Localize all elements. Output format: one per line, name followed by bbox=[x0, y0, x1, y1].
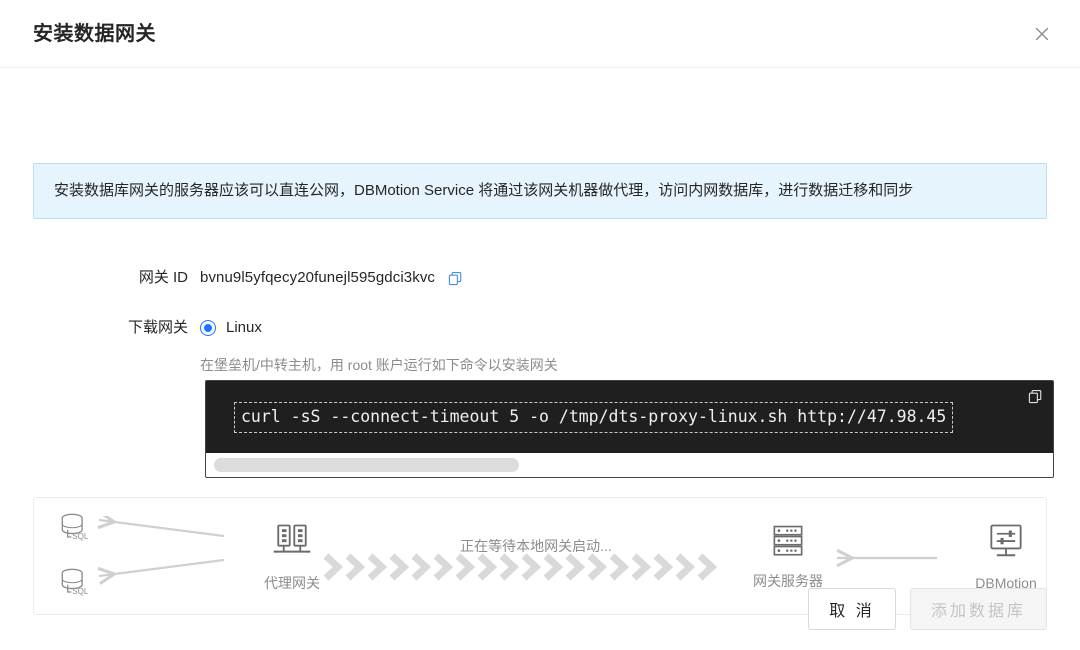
copy-icon[interactable] bbox=[448, 271, 463, 286]
gateway-id-label: 网关 ID bbox=[138, 269, 188, 286]
radio-option-label: Linux bbox=[226, 319, 262, 336]
dialog-footer: 取 消 添加数据库 bbox=[0, 568, 1080, 650]
install-hint-text: 在堡垒机/中转主机，用 root 账户运行如下命令以安装网关 bbox=[200, 357, 558, 373]
install-data-gateway-dialog: 安装数据网关 安装数据库网关的服务器应该可以直连公网，DBMotion Serv… bbox=[0, 0, 1080, 650]
download-gateway-row: 下载网关 Linux bbox=[108, 316, 262, 340]
terminal-command-text: curl -sS --connect-timeout 5 -o /tmp/dts… bbox=[234, 401, 954, 433]
status-text: 正在等待本地网关启动... bbox=[460, 538, 612, 554]
close-icon[interactable] bbox=[1026, 18, 1058, 50]
radio-dot-icon bbox=[204, 324, 212, 332]
download-gateway-label: 下载网关 bbox=[127, 319, 188, 336]
gateway-id-value: bvnu9l5yfqecy20funejl595gdci3kvc bbox=[200, 269, 436, 286]
scrollbar-thumb[interactable] bbox=[214, 458, 519, 472]
svg-text:SQL: SQL bbox=[72, 532, 89, 541]
cancel-button[interactable]: 取 消 bbox=[807, 588, 896, 630]
radio-indicator bbox=[200, 320, 216, 336]
proxy-gateway-icon bbox=[230, 520, 354, 569]
terminal-command-area[interactable]: curl -sS --connect-timeout 5 -o /tmp/dts… bbox=[206, 381, 1053, 453]
sql-database-icon: SQL bbox=[56, 510, 92, 551]
monitor-settings-icon bbox=[944, 520, 1068, 569]
dialog-body: 安装数据库网关的服务器应该可以直连公网，DBMotion Service 将通过… bbox=[0, 68, 1080, 650]
radio-option-linux[interactable]: Linux bbox=[200, 316, 262, 340]
page-title: 安装数据网关 bbox=[33, 22, 156, 45]
add-database-button[interactable]: 添加数据库 bbox=[909, 588, 1047, 630]
terminal-horizontal-scrollbar[interactable] bbox=[206, 453, 1053, 477]
info-banner: 安装数据库网关的服务器应该可以直连公网，DBMotion Service 将通过… bbox=[33, 163, 1047, 219]
gateway-id-row: 网关 ID bvnu9l5yfqecy20funejl595gdci3kvc bbox=[108, 266, 463, 290]
dialog-header: 安装数据网关 bbox=[0, 0, 1080, 68]
command-terminal: curl -sS --connect-timeout 5 -o /tmp/dts… bbox=[205, 380, 1054, 478]
gateway-id-value-wrap: bvnu9l5yfqecy20funejl595gdci3kvc bbox=[200, 266, 463, 290]
info-banner-text: 安装数据库网关的服务器应该可以直连公网，DBMotion Service 将通过… bbox=[54, 182, 914, 199]
copy-icon[interactable] bbox=[1028, 389, 1043, 404]
server-rack-icon bbox=[726, 522, 850, 567]
